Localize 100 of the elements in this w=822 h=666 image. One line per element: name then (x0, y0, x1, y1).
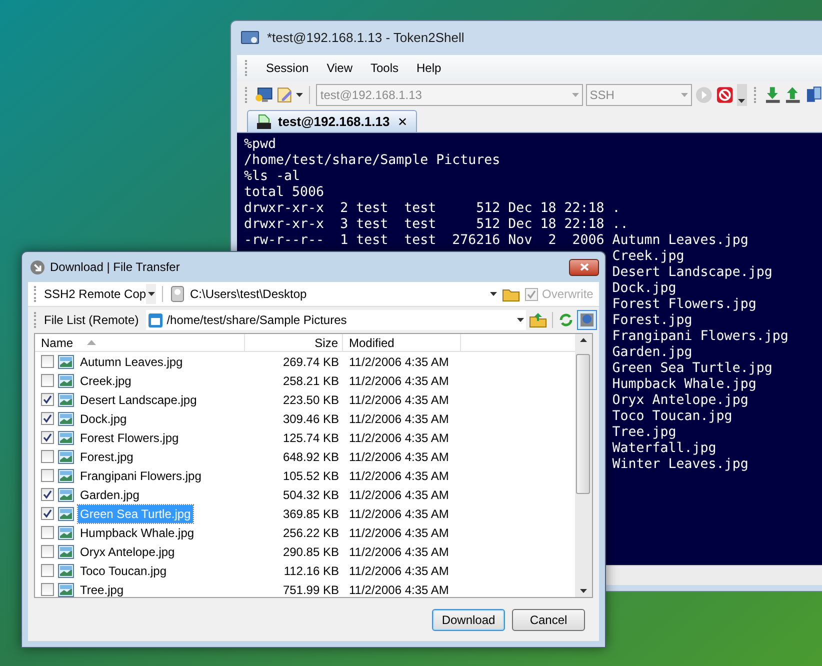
file-name[interactable]: Forest Flowers.jpg (78, 428, 181, 446)
file-name[interactable]: Tree.jpg (78, 580, 126, 597)
file-name[interactable]: Autumn Leaves.jpg (78, 352, 185, 370)
checkbox[interactable] (41, 355, 54, 368)
file-name[interactable]: Frangipani Flowers.jpg (78, 466, 204, 484)
image-file-icon (58, 450, 74, 464)
checkbox[interactable] (41, 507, 54, 520)
close-button[interactable] (569, 258, 599, 276)
checkbox[interactable] (41, 374, 54, 387)
close-tab-button[interactable]: ✕ (398, 112, 408, 130)
checkbox[interactable] (41, 469, 54, 482)
file-size: 290.85 KB (282, 544, 340, 560)
column-header[interactable]: Size (245, 334, 343, 351)
upload-icon[interactable] (784, 86, 802, 104)
column-header[interactable]: Name (35, 334, 245, 351)
caret-icon[interactable] (296, 93, 304, 97)
scrollbar[interactable] (575, 334, 592, 597)
new-session-icon[interactable] (254, 87, 273, 103)
terminal-line: Forest Flowers.jpg (612, 297, 756, 313)
file-size: 258.21 KB (282, 372, 340, 390)
modified-date: 11/2/2006 4:35 AM (348, 410, 450, 428)
toolbar-grip (245, 87, 248, 103)
terminal-line: total 5006 (244, 185, 324, 201)
image-file-icon (58, 392, 74, 406)
terminal-line: Humpback Whale.jpg (612, 377, 756, 393)
modified-date: 11/2/2006 4:35 AM (348, 468, 450, 484)
scroll-up-icon[interactable] (580, 338, 587, 342)
file-name[interactable]: Forest.jpg (78, 448, 136, 466)
terminal-line: Green Sea Turtle.jpg (612, 361, 772, 377)
file-name[interactable]: Garden.jpg (78, 486, 142, 504)
file-size: 648.92 KB (282, 448, 340, 466)
file-size: 504.32 KB (282, 486, 340, 504)
parent-folder-icon[interactable] (528, 312, 547, 328)
checkbox[interactable] (41, 431, 54, 444)
remote-view-button[interactable] (576, 310, 597, 330)
file-name[interactable]: Desert Landscape.jpg (78, 390, 199, 408)
terminal-line: Tree.jpg (612, 425, 676, 441)
file-transfer-icon[interactable] (805, 86, 822, 104)
image-file-icon (58, 468, 74, 482)
menu-item[interactable]: Help (412, 59, 446, 77)
menu-item[interactable]: Tools (366, 59, 403, 77)
session-tab[interactable]: test@192.168.1.13 ✕ (247, 110, 417, 132)
checkbox[interactable] (41, 564, 54, 577)
scroll-down-icon[interactable] (580, 589, 587, 593)
modified-date: 11/2/2006 4:35 AM (348, 354, 450, 370)
transfer-mode-dropdown[interactable]: SSH2 Remote Cop (44, 284, 156, 304)
dialog-button[interactable]: Cancel (512, 608, 585, 630)
modified-date: 11/2/2006 4:35 AM (348, 544, 450, 560)
terminal-line: Garden.jpg (612, 345, 692, 361)
dialog-title: Download | File Transfer (50, 259, 180, 276)
caret-icon[interactable] (516, 318, 524, 322)
file-size: 256.22 KB (282, 524, 340, 542)
checkbox[interactable] (41, 450, 54, 463)
download-icon[interactable] (764, 86, 782, 104)
image-file-icon (58, 430, 74, 444)
caret-icon[interactable] (148, 292, 155, 296)
remote-path-combo-box[interactable]: /home/test/share/Sample Pictures (146, 310, 526, 330)
file-name[interactable]: Oryx Antelope.jpg (78, 542, 177, 560)
file-name[interactable]: Toco Toucan.jpg (78, 562, 169, 580)
modified-date: 11/2/2006 4:35 AM (348, 506, 450, 522)
menu-item[interactable]: View (322, 59, 356, 77)
file-size: 223.50 KB (282, 392, 340, 408)
modified-date: 11/2/2006 4:35 AM (348, 562, 450, 580)
image-file-icon (58, 374, 74, 388)
file-name[interactable]: Humpback Whale.jpg (78, 524, 196, 542)
caret-icon[interactable] (738, 99, 746, 103)
modified-date: 11/2/2006 4:35 AM (348, 582, 450, 597)
checkbox[interactable] (41, 526, 54, 539)
dialog-button[interactable]: Download (432, 608, 505, 630)
checkbox[interactable] (41, 583, 54, 596)
column-header[interactable]: Modified (343, 334, 461, 351)
file-name[interactable]: Creek.jpg (78, 372, 134, 390)
checkbox[interactable] (41, 545, 54, 558)
refresh-icon[interactable] (558, 312, 574, 328)
file-name[interactable]: Dock.jpg (78, 410, 129, 428)
terminal-line: drwxr-xr-x 2 test test 512 Dec 18 22:18 . (244, 201, 620, 217)
file-size: 751.99 KB (282, 582, 340, 597)
modified-date: 11/2/2006 4:35 AM (348, 392, 450, 408)
checkbox[interactable] (41, 393, 54, 406)
terminal-line: Dock.jpg (612, 281, 676, 297)
toolbar-grip (754, 87, 757, 103)
modified-date: 11/2/2006 4:35 AM (348, 486, 450, 504)
folder-icon[interactable] (502, 286, 520, 302)
stop-icon[interactable] (716, 86, 734, 104)
terminal-line: Forest.jpg (612, 313, 692, 329)
terminal-line: Desert Landscape.jpg (612, 265, 772, 281)
caret-icon[interactable] (490, 292, 497, 296)
sort-arrow-icon (87, 340, 96, 345)
window-title: *test@192.168.1.13 - Token2Shell (267, 29, 464, 48)
terminal-line: drwxr-xr-x 3 test test 512 Dec 18 22:18 .. (244, 217, 628, 233)
toolbar-grip (245, 60, 248, 76)
terminal-line: Oryx Antelope.jpg (612, 393, 748, 409)
menu-item[interactable]: Session (262, 59, 313, 77)
local-path-combo-box[interactable]: C:\Users\test\Desktop (169, 284, 499, 304)
checkbox[interactable] (41, 488, 54, 501)
checkbox[interactable] (41, 412, 54, 425)
image-file-icon (58, 412, 74, 426)
modified-date: 11/2/2006 4:35 AM (348, 372, 450, 390)
overflow-button[interactable] (736, 84, 747, 106)
toolbar-grip (34, 286, 37, 302)
